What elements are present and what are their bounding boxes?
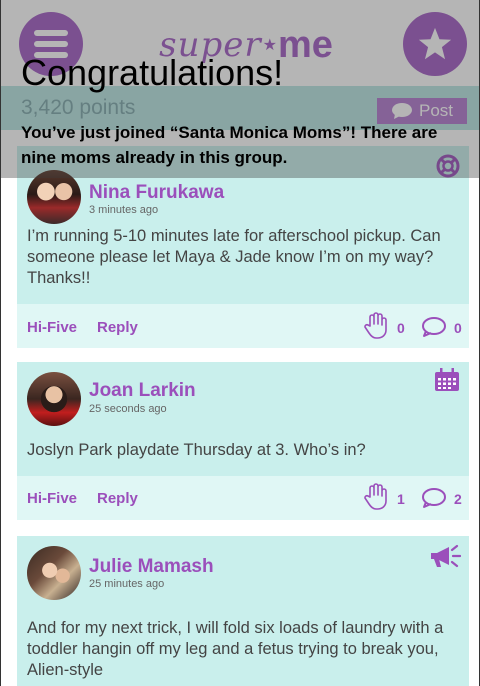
reply-button[interactable]: Reply [97, 490, 138, 507]
app: super ★ me 3,420 points Post Nina Furuka… [0, 0, 480, 686]
hi-five-button[interactable]: Hi-Five [27, 490, 77, 507]
hi-five-button[interactable]: Hi-Five [27, 319, 77, 336]
calendar-icon [435, 368, 459, 391]
hand-icon[interactable] [363, 483, 389, 511]
comment-icon[interactable] [421, 316, 447, 338]
congrats-title: Congratulations! [21, 52, 284, 93]
reply-count: 2 [454, 491, 462, 507]
reply-count: 0 [454, 320, 462, 336]
post-card: Julie Mamash 25 minutes ago And for my n… [17, 536, 469, 686]
congrats-message: You’ve just joined “Santa Monica Moms”! … [21, 123, 438, 167]
post-text: And for my next trick, I will fold six l… [27, 619, 444, 679]
avatar[interactable] [27, 170, 81, 224]
post-card: Joan Larkin 25 seconds ago Joslyn Park p… [17, 362, 469, 520]
hand-icon[interactable] [363, 312, 389, 340]
post-author[interactable]: Nina Furukawa [89, 182, 224, 204]
reply-button[interactable]: Reply [97, 319, 138, 336]
hi-five-count: 1 [397, 491, 405, 507]
avatar[interactable] [27, 546, 81, 600]
post-author[interactable]: Joan Larkin [89, 380, 196, 402]
post-author[interactable]: Julie Mamash [89, 556, 214, 578]
post-text: I’m running 5-10 minutes late for afters… [27, 227, 441, 287]
post-text: Joslyn Park playdate Thursday at 3. Who’… [27, 441, 366, 459]
avatar[interactable] [27, 372, 81, 426]
comment-icon[interactable] [421, 487, 447, 509]
post-time: 25 seconds ago [89, 403, 167, 415]
action-row: Hi-Five Reply 1 2 [17, 476, 469, 520]
post-time: 3 minutes ago [89, 204, 159, 216]
feed: Nina Furukawa 3 minutes ago I’m running … [1, 130, 479, 686]
megaphone-icon [431, 544, 461, 568]
hi-five-count: 0 [397, 320, 405, 336]
post-time: 25 minutes ago [89, 578, 165, 590]
action-row: Hi-Five Reply 0 0 [17, 304, 469, 348]
